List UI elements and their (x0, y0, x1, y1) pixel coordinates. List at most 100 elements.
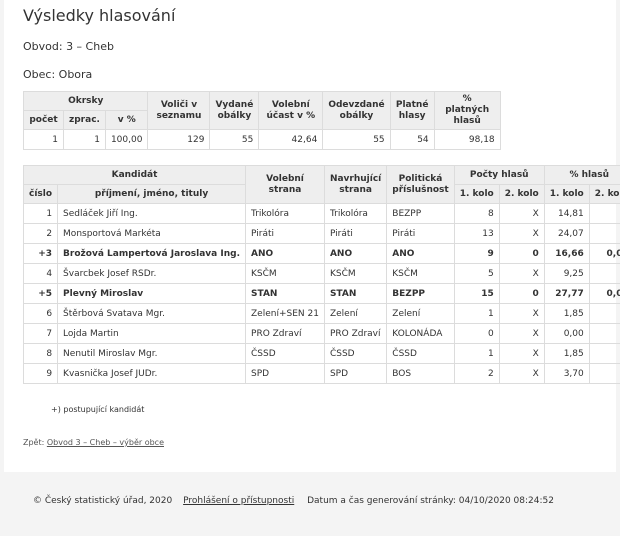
header-pct-kolo1: 1. kolo (543, 184, 590, 204)
candidate-number: +3 (22, 243, 59, 264)
candidate-votes-kolo1: 1 (453, 303, 500, 324)
candidate-pct-kolo1: 0,00 (543, 323, 590, 344)
back-nav: Zpět: Obvod 3 – Cheb – výběr obce (23, 438, 164, 447)
header-volebni-strana: Volební strana (245, 165, 325, 204)
candidate-volebni-strana: STAN (245, 283, 325, 304)
header-odevzdane: Odevzdané obálky (322, 91, 391, 130)
candidate-votes-kolo2: X (498, 203, 545, 224)
header-vpct: v % (104, 110, 149, 130)
header-pocty-kolo2: 2. kolo (498, 184, 545, 204)
candidate-navrhujici-strana: Trikolóra (323, 203, 388, 224)
candidate-votes-kolo2: X (498, 263, 545, 284)
candidate-pct-kolo1: 1,85 (543, 343, 590, 364)
candidate-pct-kolo1: 16,66 (543, 243, 590, 264)
candidate-politicka-prislusnost: BEZPP (386, 203, 455, 224)
candidate-volebni-strana: PRO Zdraví (245, 323, 325, 344)
table-row: 1 Sedláček Jiří Ing. Trikolóra Trikolóra BEZ… (22, 203, 620, 224)
candidate-pct-kolo2: X (588, 323, 620, 344)
accessibility-link[interactable]: Prohlášení o přístupnosti (183, 496, 294, 506)
header-pct-platnych: % platných hlasů (433, 91, 501, 130)
candidate-number: 4 (22, 263, 59, 284)
table-row: +3 Brožová Lampertová Jaroslava Ing. ANO AN… (22, 243, 620, 264)
candidate-votes-kolo2: X (498, 363, 545, 384)
candidate-navrhujici-strana: Zelení (323, 303, 388, 324)
candidate-number: 6 (22, 303, 59, 324)
candidate-votes-kolo1: 2 (453, 363, 500, 384)
candidate-politicka-prislusnost: BEZPP (386, 283, 455, 304)
candidate-number: 9 (22, 363, 59, 384)
summary-vpct: 100,00 (104, 129, 149, 150)
obvod-label: Obvod: 3 – Cheb (23, 40, 114, 53)
candidate-pct-kolo2: X (588, 363, 620, 384)
candidate-number: 8 (22, 343, 59, 364)
candidate-pct-kolo1: 27,77 (543, 283, 590, 304)
candidate-votes-kolo1: 13 (453, 223, 500, 244)
table-row: +5 Plevný Miroslav STAN STAN BEZPP 15 0 27,77 0,… (22, 283, 620, 304)
candidate-pct-kolo2: 0,00 (588, 283, 620, 304)
copyright-text: © Český statistický úřad, 2020 (33, 496, 173, 506)
candidate-pct-kolo1: 1,85 (543, 303, 590, 324)
candidate-votes-kolo2: X (498, 343, 545, 364)
summary-volici: 129 (147, 129, 211, 150)
candidate-volebni-strana: KSČM (245, 263, 325, 284)
content-card: Výsledky hlasování Obvod: 3 – Cheb Obec:… (4, 0, 620, 472)
advancing-note: +) postupující kandidát (51, 405, 145, 414)
candidate-volebni-strana: SPD (245, 363, 325, 384)
candidate-navrhujici-strana: ANO (323, 243, 388, 264)
summary-table: Okrsky Voliči v seznamu Vydané obálky Vo… (22, 91, 501, 150)
header-pct-hlasu: % hlasů (543, 165, 620, 185)
header-pocet: počet (23, 110, 64, 130)
summary-odevzdane: 55 (322, 129, 391, 150)
candidate-volebni-strana: ČSSD (245, 343, 325, 364)
header-cislo: číslo (22, 184, 59, 204)
candidate-votes-kolo2: 0 (498, 283, 545, 304)
back-link[interactable]: Obvod 3 – Cheb – výběr obce (47, 438, 164, 447)
candidate-name: Brožová Lampertová Jaroslava Ing. (57, 243, 247, 264)
candidate-number: +5 (22, 283, 59, 304)
candidate-votes-kolo1: 15 (453, 283, 500, 304)
candidate-politicka-prislusnost: ČSSD (386, 343, 455, 364)
candidate-navrhujici-strana: STAN (323, 283, 388, 304)
header-pocty-kolo1: 1. kolo (453, 184, 500, 204)
candidate-pct-kolo2: X (588, 203, 620, 224)
obec-label: Obec: Obora (23, 68, 93, 81)
candidate-navrhujici-strana: KSČM (323, 263, 388, 284)
header-okrsky: Okrsky (22, 91, 149, 111)
generated-timestamp: Datum a čas generování stránky: 04/10/20… (307, 496, 554, 506)
candidates-table: Kandidát Volební strana Navrhující stran… (22, 165, 620, 384)
candidate-votes-kolo2: X (498, 303, 545, 324)
header-jmeno: příjmení, jméno, tituly (57, 184, 247, 204)
candidate-navrhujici-strana: SPD (323, 363, 388, 384)
candidate-volebni-strana: Trikolóra (245, 203, 325, 224)
summary-ucast: 42,64 (258, 129, 324, 150)
header-platne: Platné hlasy (389, 91, 435, 130)
back-label: Zpět: (23, 438, 45, 447)
summary-vydane: 55 (209, 129, 260, 150)
candidate-pct-kolo1: 3,70 (543, 363, 590, 384)
candidate-number: 2 (22, 223, 59, 244)
candidate-politicka-prislusnost: Zelení (386, 303, 455, 324)
candidate-pct-kolo2: X (588, 263, 620, 284)
table-row: 2 Monsportová Markéta Piráti Piráti Piráti 13… (22, 223, 620, 244)
summary-pocet: 1 (23, 129, 64, 150)
candidate-politicka-prislusnost: BOS (386, 363, 455, 384)
candidate-votes-kolo1: 5 (453, 263, 500, 284)
candidate-navrhujici-strana: ČSSD (323, 343, 388, 364)
candidate-name: Sedláček Jiří Ing. (57, 203, 247, 224)
header-ucast: Volební účast v % (258, 91, 324, 130)
summary-pct-platnych: 98,18 (433, 129, 501, 150)
summary-platne: 54 (389, 129, 435, 150)
summary-row: 1 1 100,00 129 55 42,64 55 54 98,18 (23, 129, 501, 150)
candidate-politicka-prislusnost: KOLONÁDA (386, 323, 455, 344)
header-pocty-hlasu: Počty hlasů (453, 165, 545, 185)
candidate-navrhujici-strana: PRO Zdraví (323, 323, 388, 344)
candidate-votes-kolo2: X (498, 223, 545, 244)
header-vydane: Vydané obálky (209, 91, 260, 130)
candidate-politicka-prislusnost: Piráti (386, 223, 455, 244)
candidate-votes-kolo1: 0 (453, 323, 500, 344)
table-row: 6 Štěrbová Svatava Mgr. Zelení+SEN 21 Zelen… (22, 303, 620, 324)
candidate-votes-kolo2: 0 (498, 243, 545, 264)
candidate-pct-kolo2: X (588, 303, 620, 324)
candidate-pct-kolo2: X (588, 343, 620, 364)
candidate-votes-kolo1: 8 (453, 203, 500, 224)
